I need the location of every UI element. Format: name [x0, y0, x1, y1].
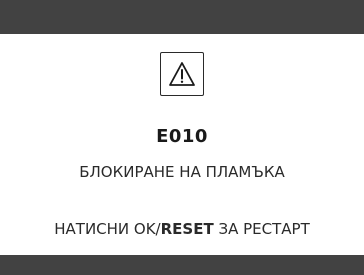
bottom-bar: [0, 255, 364, 275]
warning-icon-box: [160, 52, 204, 96]
error-screen: E010 БЛОКИРАНЕ НА ПЛАМЪКА НАТИСНИ OK/RES…: [0, 0, 364, 275]
error-code: E010: [156, 126, 208, 147]
instruction-prefix: НАТИСНИ OK/: [54, 220, 161, 238]
warning-icon: [169, 62, 195, 86]
error-message: БЛОКИРАНЕ НА ПЛАМЪКА: [79, 163, 285, 181]
reset-instruction: НАТИСНИ OK/RESET ЗА РЕСТАРТ: [0, 220, 364, 238]
top-bar: [0, 0, 364, 34]
instruction-reset-key: RESET: [160, 220, 214, 238]
instruction-suffix: ЗА РЕСТАРТ: [213, 220, 310, 238]
